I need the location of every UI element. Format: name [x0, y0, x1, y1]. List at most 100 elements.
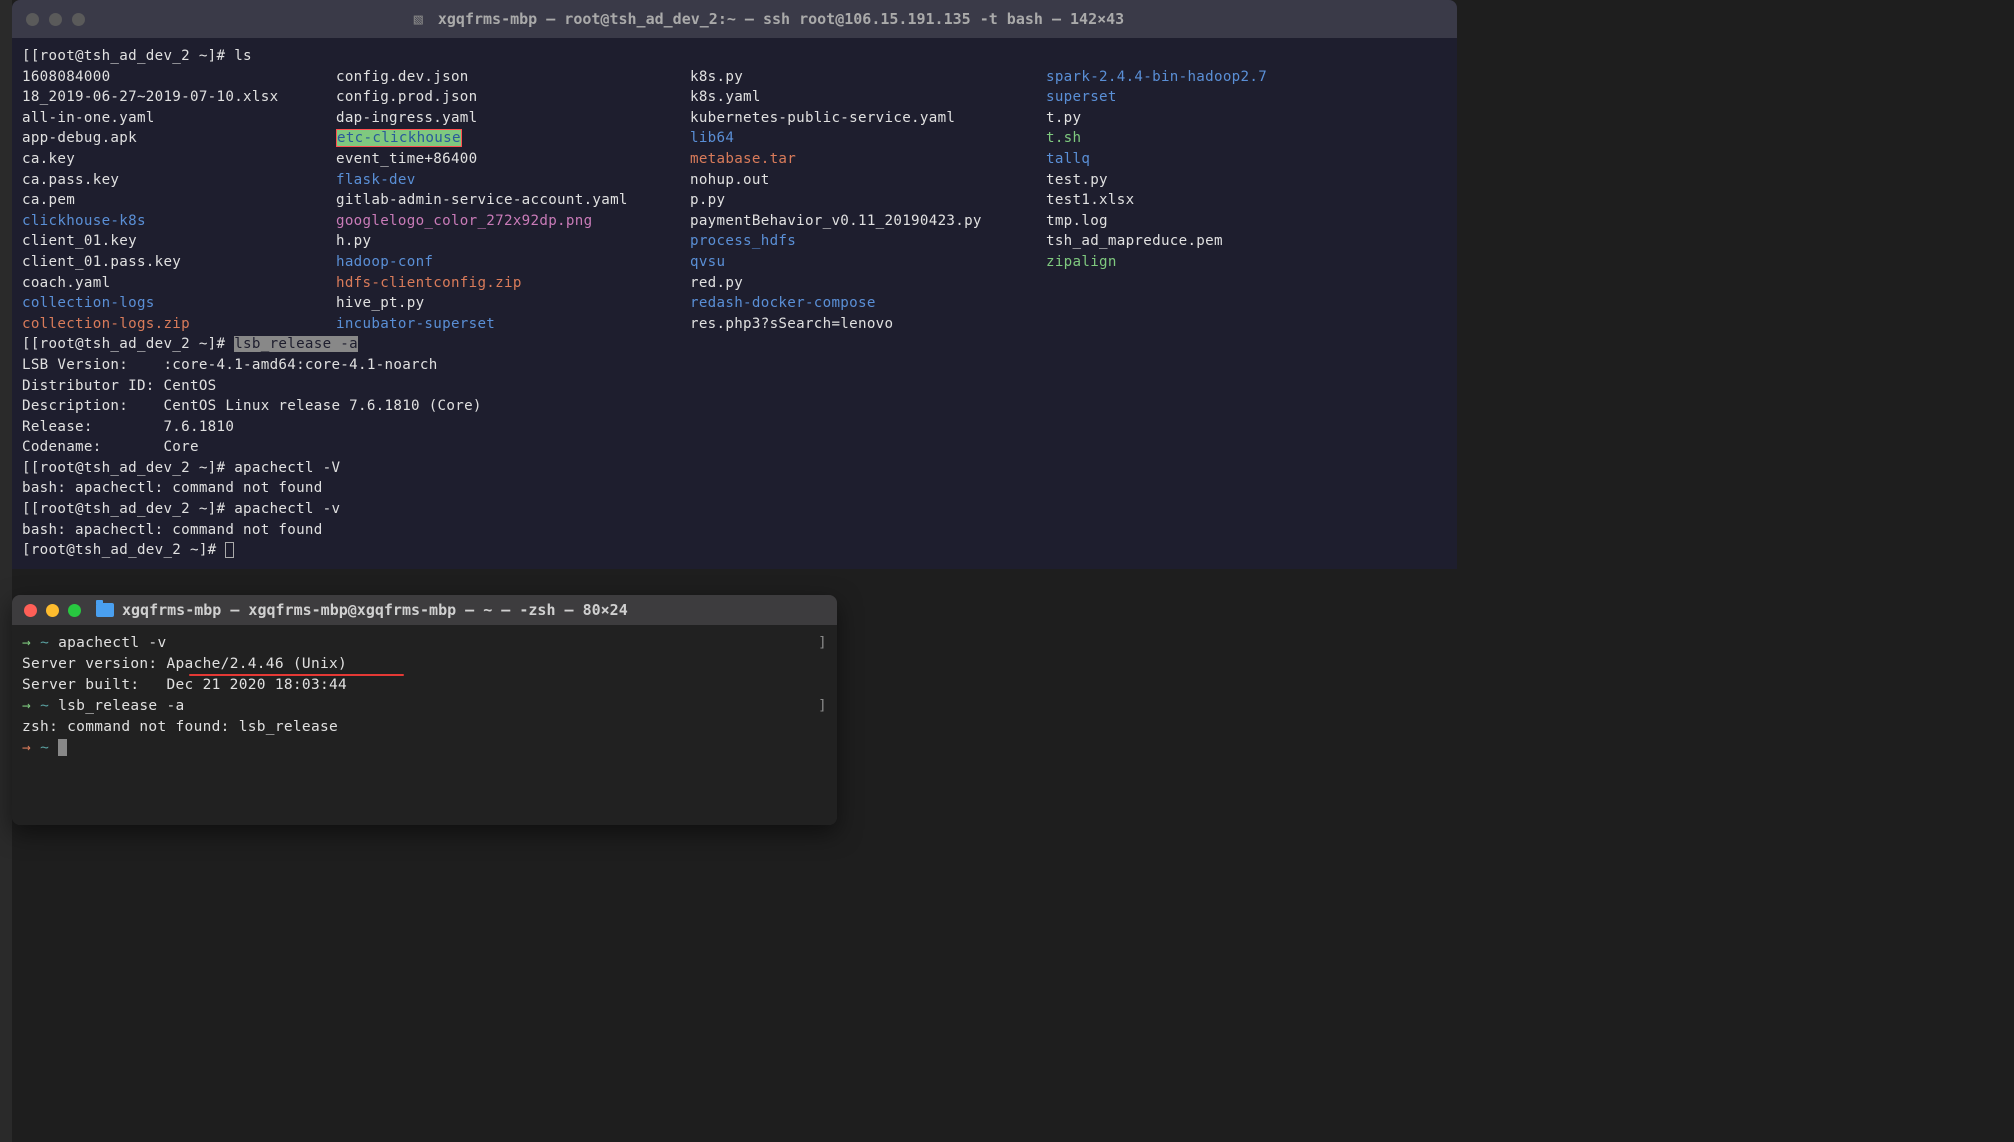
file-xlsx: 18_2019-06-27~2019-07-10.xlsx	[22, 87, 336, 108]
file-nohup: nohup.out	[690, 170, 1046, 191]
terminal-content-main[interactable]: [[root@tsh_ad_dev_2 ~]# ls 1608084000 co…	[12, 38, 1457, 569]
dir-qvsu: qvsu	[690, 252, 1046, 273]
minimize-button[interactable]	[49, 13, 62, 26]
right-bracket-icon: ]	[818, 696, 827, 717]
ls-row: ca.pass.key flask-dev nohup.out test.py	[22, 170, 1447, 191]
file-event-time: event_time+86400	[336, 149, 690, 170]
file-client01-pass: client_01.pass.key	[22, 252, 336, 273]
maximize-button[interactable]	[68, 604, 81, 617]
dir-lib64: lib64	[690, 128, 1046, 149]
file-tmp-log: tmp.log	[1046, 211, 1447, 232]
window-title-local: xgqfrms-mbp — xgqfrms-mbp@xgqfrms-mbp — …	[96, 601, 628, 619]
ls-row: 18_2019-06-27~2019-07-10.xlsx config.pro…	[22, 87, 1447, 108]
file-gitlab-sa: gitlab-admin-service-account.yaml	[336, 190, 690, 211]
ls-row: coach.yaml hdfs-clientconfig.zip red.py	[22, 273, 1447, 294]
dir-flask-dev: flask-dev	[336, 170, 690, 191]
terminal-window-local: xgqfrms-mbp — xgqfrms-mbp@xgqfrms-mbp — …	[12, 595, 837, 825]
folder-icon: ▧	[414, 10, 423, 28]
dir-process-hdfs: process_hdfs	[690, 231, 1046, 252]
file-ca-key: ca.key	[22, 149, 336, 170]
file-test-py: test.py	[1046, 170, 1447, 191]
prompt-line-cursor: [root@tsh_ad_dev_2 ~]#	[22, 540, 1447, 561]
file-test1-xlsx: test1.xlsx	[1046, 190, 1447, 211]
dir-incubator-superset: incubator-superset	[336, 314, 690, 335]
dir-hadoop-conf: hadoop-conf	[336, 252, 690, 273]
zsh-line-cursor: → ~	[22, 738, 827, 759]
dir-etc-clickhouse: etc-clickhouse	[336, 129, 462, 147]
file-h-py: h.py	[336, 231, 690, 252]
zsh-line-lsb: → ~ lsb_release -a ]	[22, 696, 827, 717]
ls-row: client_01.key h.py process_hdfs tsh_ad_m…	[22, 231, 1447, 252]
lsb-version: LSB Version: :core-4.1-amd64:core-4.1-no…	[22, 355, 1447, 376]
file-tsh-pem: tsh_ad_mapreduce.pem	[1046, 231, 1447, 252]
prompt-line-lsb: [[root@tsh_ad_dev_2 ~]# lsb_release -a	[22, 334, 1447, 355]
apache-error-1: bash: apachectl: command not found	[22, 478, 1447, 499]
file-k8s-py: k8s.py	[690, 67, 1046, 88]
file-ca-pem: ca.pem	[22, 190, 336, 211]
cursor-icon	[225, 542, 234, 558]
ls-row: all-in-one.yaml dap-ingress.yaml kuberne…	[22, 108, 1447, 129]
zsh-line-apachectl: → ~ apachectl -v ]	[22, 633, 827, 654]
prompt-line-apV: [[root@tsh_ad_dev_2 ~]# apachectl -V	[22, 458, 1447, 479]
lsb-codename: Codename: Core	[22, 437, 1447, 458]
terminal-content-local[interactable]: → ~ apachectl -v ] Server version: Apach…	[12, 625, 837, 825]
prompt-tilde: ~	[40, 635, 49, 651]
server-built-line: Server built: Dec 21 2020 18:03:44	[22, 675, 827, 696]
lsb-release: Release: 7.6.1810	[22, 417, 1447, 438]
dir-tallq: tallq	[1046, 149, 1447, 170]
ls-row: clickhouse-k8s googlelogo_color_272x92dp…	[22, 211, 1447, 232]
prompt-tilde: ~	[40, 740, 49, 756]
close-button[interactable]	[26, 13, 39, 26]
ls-row: ca.pem gitlab-admin-service-account.yaml…	[22, 190, 1447, 211]
server-version-line: Server version: Apache/2.4.46 (Unix)	[22, 654, 827, 675]
window-title-main: ▧ xgqfrms-mbp — root@tsh_ad_dev_2:~ — ss…	[95, 10, 1443, 28]
file-t-py: t.py	[1046, 108, 1447, 129]
exec-zipalign: zipalign	[1046, 252, 1447, 273]
file-res-php: res.php3?sSearch=lenovo	[690, 314, 1046, 335]
prompt-tilde: ~	[40, 698, 49, 714]
ls-row: app-debug.apk etc-clickhouse lib64 t.sh	[22, 128, 1447, 149]
prompt-line-ls: [[root@tsh_ad_dev_2 ~]# ls	[22, 46, 1447, 67]
file-hive-pt: hive_pt.py	[336, 293, 690, 314]
dir-collection-logs: collection-logs	[22, 293, 336, 314]
prompt-arrow-icon: →	[22, 698, 31, 714]
terminal-window-main: ▧ xgqfrms-mbp — root@tsh_ad_dev_2:~ — ss…	[12, 0, 1457, 569]
maximize-button[interactable]	[72, 13, 85, 26]
folder-icon	[96, 603, 114, 617]
right-bracket-icon: ]	[818, 633, 827, 654]
prompt-line-apv: [[root@tsh_ad_dev_2 ~]# apachectl -v	[22, 499, 1447, 520]
title-text-local: xgqfrms-mbp — xgqfrms-mbp@xgqfrms-mbp — …	[122, 601, 628, 619]
file-googlelogo: googlelogo_color_272x92dp.png	[336, 211, 690, 232]
lsb-description: Description: CentOS Linux release 7.6.18…	[22, 396, 1447, 417]
file-ca-pass-key: ca.pass.key	[22, 170, 336, 191]
ls-row: client_01.pass.key hadoop-conf qvsu zipa…	[22, 252, 1447, 273]
archive-metabase: metabase.tar	[690, 149, 1046, 170]
lsb-distributor: Distributor ID: CentOS	[22, 376, 1447, 397]
minimize-button[interactable]	[46, 604, 59, 617]
prompt-arrow-icon: →	[22, 740, 31, 756]
annotation-underline-icon	[189, 674, 404, 677]
close-button[interactable]	[24, 604, 37, 617]
titlebar-local[interactable]: xgqfrms-mbp — xgqfrms-mbp@xgqfrms-mbp — …	[12, 595, 837, 625]
ls-row: ca.key event_time+86400 metabase.tar tal…	[22, 149, 1447, 170]
archive-hdfs-zip: hdfs-clientconfig.zip	[336, 273, 690, 294]
file-p-py: p.py	[690, 190, 1046, 211]
file-k8s-yaml: k8s.yaml	[690, 87, 1046, 108]
file-red-py: red.py	[690, 273, 1046, 294]
cursor-icon	[58, 739, 67, 756]
file-config-dev: config.dev.json	[336, 67, 690, 88]
title-text-main: xgqfrms-mbp — root@tsh_ad_dev_2:~ — ssh …	[438, 10, 1124, 28]
file-kube-svc: kubernetes-public-service.yaml	[690, 108, 1046, 129]
prompt-arrow-icon: →	[22, 635, 31, 651]
ls-row: collection-logs hive_pt.py redash-docker…	[22, 293, 1447, 314]
apache-version: Apache/2.4.46 (Unix)	[166, 656, 347, 672]
titlebar-main[interactable]: ▧ xgqfrms-mbp — root@tsh_ad_dev_2:~ — ss…	[12, 0, 1457, 38]
dir-clickhouse-k8s: clickhouse-k8s	[22, 211, 336, 232]
file-client01-key: client_01.key	[22, 231, 336, 252]
file-app-debug: app-debug.apk	[22, 128, 336, 149]
archive-collection-zip: collection-logs.zip	[22, 314, 336, 335]
file-1608084000: 1608084000	[22, 67, 336, 88]
lsb-error: zsh: command not found: lsb_release	[22, 717, 827, 738]
file-payment: paymentBehavior_v0.11_20190423.py	[690, 211, 1046, 232]
dir-redash: redash-docker-compose	[690, 293, 1046, 314]
